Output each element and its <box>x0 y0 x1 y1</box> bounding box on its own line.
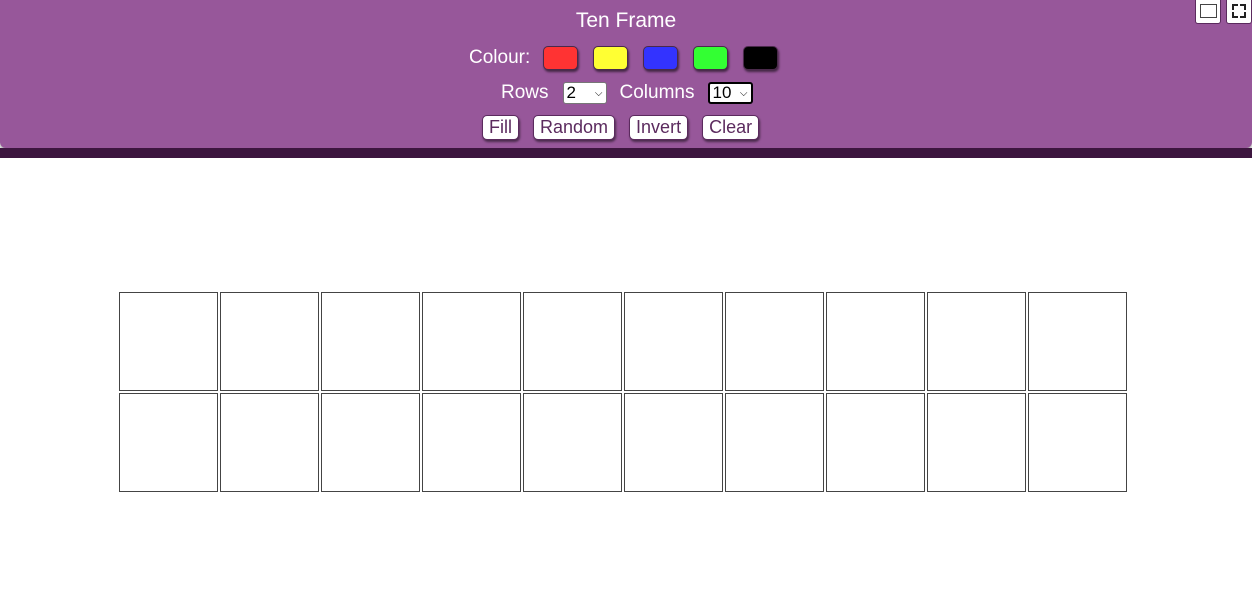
frame-cell[interactable] <box>927 292 1026 391</box>
frame-cell[interactable] <box>422 393 521 492</box>
frame-cell[interactable] <box>523 393 622 492</box>
frame-cell[interactable] <box>725 292 824 391</box>
frame-cell[interactable] <box>1028 393 1127 492</box>
window-mode-button[interactable] <box>1195 0 1221 24</box>
frame-cell[interactable] <box>119 292 218 391</box>
divider <box>0 148 1252 158</box>
colour-swatch-yellow[interactable] <box>593 46 629 70</box>
fullscreen-icon <box>1232 4 1246 18</box>
rows-value: 2 <box>566 83 576 102</box>
frame-cell[interactable] <box>523 292 622 391</box>
chevron-down-icon: ⌵ <box>739 87 748 99</box>
frame-cell[interactable] <box>422 292 521 391</box>
ten-frame-grid <box>119 292 1127 492</box>
columns-label: Columns <box>619 82 695 103</box>
columns-value: 10 <box>712 83 732 102</box>
frame-cell[interactable] <box>927 393 1026 492</box>
colour-label: Colour: <box>469 47 531 68</box>
rows-select[interactable]: 2 ⌵ <box>562 82 607 104</box>
frame-cell[interactable] <box>321 393 420 492</box>
toolbar-panel: Ten Frame Colour: Rows 2 ⌵ Columns 10 ⌵ … <box>0 0 1252 148</box>
page-title: Ten Frame <box>575 9 677 32</box>
window-icon <box>1200 4 1217 18</box>
frame-cell[interactable] <box>220 292 319 391</box>
fill-button[interactable]: Fill <box>482 114 519 140</box>
fullscreen-button[interactable] <box>1226 0 1252 24</box>
frame-cell[interactable] <box>725 393 824 492</box>
rows-label: Rows <box>501 82 549 103</box>
frame-cell[interactable] <box>826 292 925 391</box>
frame-cell[interactable] <box>321 292 420 391</box>
frame-cell[interactable] <box>119 393 218 492</box>
colour-swatch-black[interactable] <box>743 46 779 70</box>
frame-cell[interactable] <box>1028 292 1127 391</box>
invert-button[interactable]: Invert <box>629 114 689 140</box>
frame-area <box>0 158 1252 591</box>
colour-swatch-blue[interactable] <box>643 46 679 70</box>
frame-cell[interactable] <box>220 393 319 492</box>
colour-picker: Colour: <box>469 44 793 72</box>
action-buttons: Fill Random Invert Clear <box>482 114 773 140</box>
clear-button[interactable]: Clear <box>702 114 760 140</box>
random-button[interactable]: Random <box>533 114 616 140</box>
frame-cell[interactable] <box>624 393 723 492</box>
frame-cell[interactable] <box>624 292 723 391</box>
columns-select[interactable]: 10 ⌵ <box>707 82 753 104</box>
colour-swatch-red[interactable] <box>543 46 579 70</box>
chevron-down-icon: ⌵ <box>594 87 603 99</box>
colour-swatch-green[interactable] <box>693 46 729 70</box>
size-controls: Rows 2 ⌵ Columns 10 ⌵ <box>501 80 753 106</box>
frame-cell[interactable] <box>826 393 925 492</box>
